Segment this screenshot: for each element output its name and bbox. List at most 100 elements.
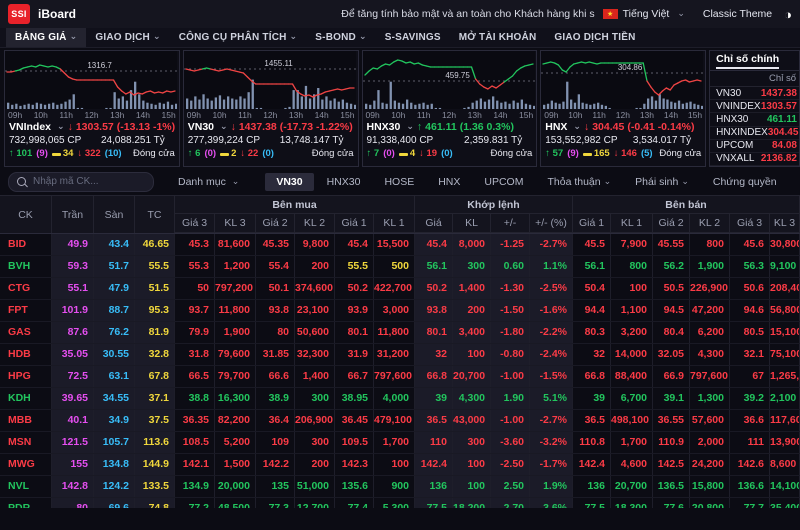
price-cell[interactable]: 43,000 [453, 410, 491, 431]
price-cell[interactable]: 1,265,100 [770, 366, 800, 387]
price-cell[interactable]: 142.4 [573, 454, 611, 475]
price-cell[interactable]: 77.5 [415, 498, 453, 508]
price-cell[interactable]: 37.1 [135, 388, 175, 409]
price-cell[interactable]: 57,600 [690, 410, 730, 431]
nav-item-công-cụ-phân-tích[interactable]: CÔNG CỤ PHÂN TÍCH⌄ [170, 28, 307, 47]
price-cell[interactable]: 422,700 [374, 278, 415, 299]
price-cell[interactable]: 374,600 [295, 278, 335, 299]
price-cell[interactable]: -1.50 [491, 300, 530, 321]
price-cell[interactable]: 4,000 [374, 388, 415, 409]
price-cell[interactable]: 3,200 [611, 322, 653, 343]
price-cell[interactable]: 208,400 [770, 278, 800, 299]
price-cell[interactable]: 36.5 [573, 410, 611, 431]
tab-upcom[interactable]: UPCOM [473, 173, 534, 191]
price-cell[interactable]: -2.7% [530, 234, 573, 255]
price-cell[interactable]: 93.7 [175, 300, 215, 321]
price-cell[interactable]: 66.8 [415, 366, 453, 387]
price-cell[interactable]: 1,900 [690, 256, 730, 277]
price-cell[interactable]: 142.2 [256, 454, 295, 475]
price-cell[interactable]: 6,200 [690, 322, 730, 343]
price-cell[interactable]: 124.2 [94, 476, 135, 497]
price-cell[interactable]: 300 [295, 432, 335, 453]
price-cell[interactable]: 1,400 [453, 278, 491, 299]
price-cell[interactable]: 80 [52, 498, 94, 508]
price-cell[interactable]: 135.6 [335, 476, 374, 497]
price-cell[interactable]: 36.4 [256, 410, 295, 431]
price-cell[interactable]: 80 [256, 322, 295, 343]
stock-symbol[interactable]: PDR [0, 498, 52, 508]
price-cell[interactable]: 76.2 [94, 322, 135, 343]
price-cell[interactable]: 16,300 [215, 388, 256, 409]
price-cell[interactable]: 38.8 [175, 388, 215, 409]
price-cell[interactable]: 49.9 [52, 234, 94, 255]
price-cell[interactable]: -1.7% [530, 454, 573, 475]
price-cell[interactable]: 79.9 [175, 322, 215, 343]
price-cell[interactable]: 32.8 [135, 344, 175, 365]
price-cell[interactable]: 101.9 [52, 300, 94, 321]
price-cell[interactable]: 50.2 [335, 278, 374, 299]
price-cell[interactable]: 20,800 [690, 498, 730, 508]
price-cell[interactable]: 9,800 [295, 234, 335, 255]
price-cell[interactable]: 93.8 [256, 300, 295, 321]
price-cell[interactable]: 56,800 [770, 300, 800, 321]
price-cell[interactable]: 55.5 [335, 256, 374, 277]
price-cell[interactable]: 135 [256, 476, 295, 497]
price-cell[interactable]: 50.5 [653, 278, 690, 299]
price-cell[interactable]: 48,500 [215, 498, 256, 508]
price-cell[interactable]: 108.5 [175, 432, 215, 453]
price-cell[interactable]: 15,500 [374, 234, 415, 255]
price-cell[interactable]: 56.1 [415, 256, 453, 277]
price-cell[interactable]: 226,900 [690, 278, 730, 299]
sidebar-index-row[interactable]: VNXALL2136.82 [710, 153, 799, 166]
index-name-dropdown[interactable]: HNX [545, 121, 567, 133]
price-cell[interactable]: 8,000 [453, 234, 491, 255]
price-cell[interactable]: 5.1% [530, 388, 573, 409]
price-cell[interactable]: 30.55 [94, 344, 135, 365]
price-cell[interactable]: 81,600 [215, 234, 256, 255]
price-cell[interactable]: 20,000 [215, 476, 256, 497]
search-input[interactable] [31, 175, 145, 188]
price-cell[interactable]: 77.5 [573, 498, 611, 508]
price-cell[interactable]: 109.5 [335, 432, 374, 453]
price-cell[interactable]: 31,200 [374, 344, 415, 365]
search-box[interactable] [8, 172, 154, 192]
price-cell[interactable]: 134.8 [94, 454, 135, 475]
price-cell[interactable]: 35.05 [52, 344, 94, 365]
tab-etf[interactable]: ETF⌄ [790, 173, 800, 191]
price-cell[interactable]: 136 [573, 476, 611, 497]
price-cell[interactable]: 15,100 [770, 322, 800, 343]
price-cell[interactable]: 31.9 [335, 344, 374, 365]
price-cell[interactable]: 55.1 [52, 278, 94, 299]
price-cell[interactable]: -3.60 [491, 432, 530, 453]
price-cell[interactable]: 32 [573, 344, 611, 365]
price-cell[interactable]: 81.9 [135, 322, 175, 343]
price-cell[interactable]: 100 [453, 344, 491, 365]
price-cell[interactable]: 142.8 [52, 476, 94, 497]
sidebar-title-tab[interactable]: Chỉ số chính [710, 51, 799, 71]
price-cell[interactable]: 94.5 [653, 300, 690, 321]
price-cell[interactable]: 1,100 [611, 300, 653, 321]
price-cell[interactable]: 36.35 [175, 410, 215, 431]
nav-item-s-savings[interactable]: S-SAVINGS [376, 28, 450, 47]
price-cell[interactable]: 32,300 [295, 344, 335, 365]
price-cell[interactable]: 142.3 [335, 454, 374, 475]
price-cell[interactable]: 105.7 [94, 432, 135, 453]
price-cell[interactable]: 77.3 [256, 498, 295, 508]
price-cell[interactable]: 77.7 [730, 498, 770, 508]
price-cell[interactable]: 4,300 [453, 388, 491, 409]
price-cell[interactable]: 200 [295, 256, 335, 277]
price-cell[interactable]: 79,600 [215, 344, 256, 365]
price-cell[interactable]: 900 [374, 476, 415, 497]
price-cell[interactable]: -1.80 [491, 322, 530, 343]
price-cell[interactable]: 2.50 [491, 476, 530, 497]
nav-item-giao-dịch[interactable]: GIAO DỊCH⌄ [86, 28, 169, 47]
price-cell[interactable]: 3.6% [530, 498, 573, 508]
price-cell[interactable]: 500 [374, 256, 415, 277]
price-cell[interactable]: 300 [453, 256, 491, 277]
price-cell[interactable]: 18,200 [453, 498, 491, 508]
price-cell[interactable]: 72.5 [52, 366, 94, 387]
price-cell[interactable]: 55.4 [256, 256, 295, 277]
price-cell[interactable]: 136.6 [730, 476, 770, 497]
stock-symbol[interactable]: BID [0, 234, 52, 255]
price-cell[interactable]: 3,400 [453, 322, 491, 343]
